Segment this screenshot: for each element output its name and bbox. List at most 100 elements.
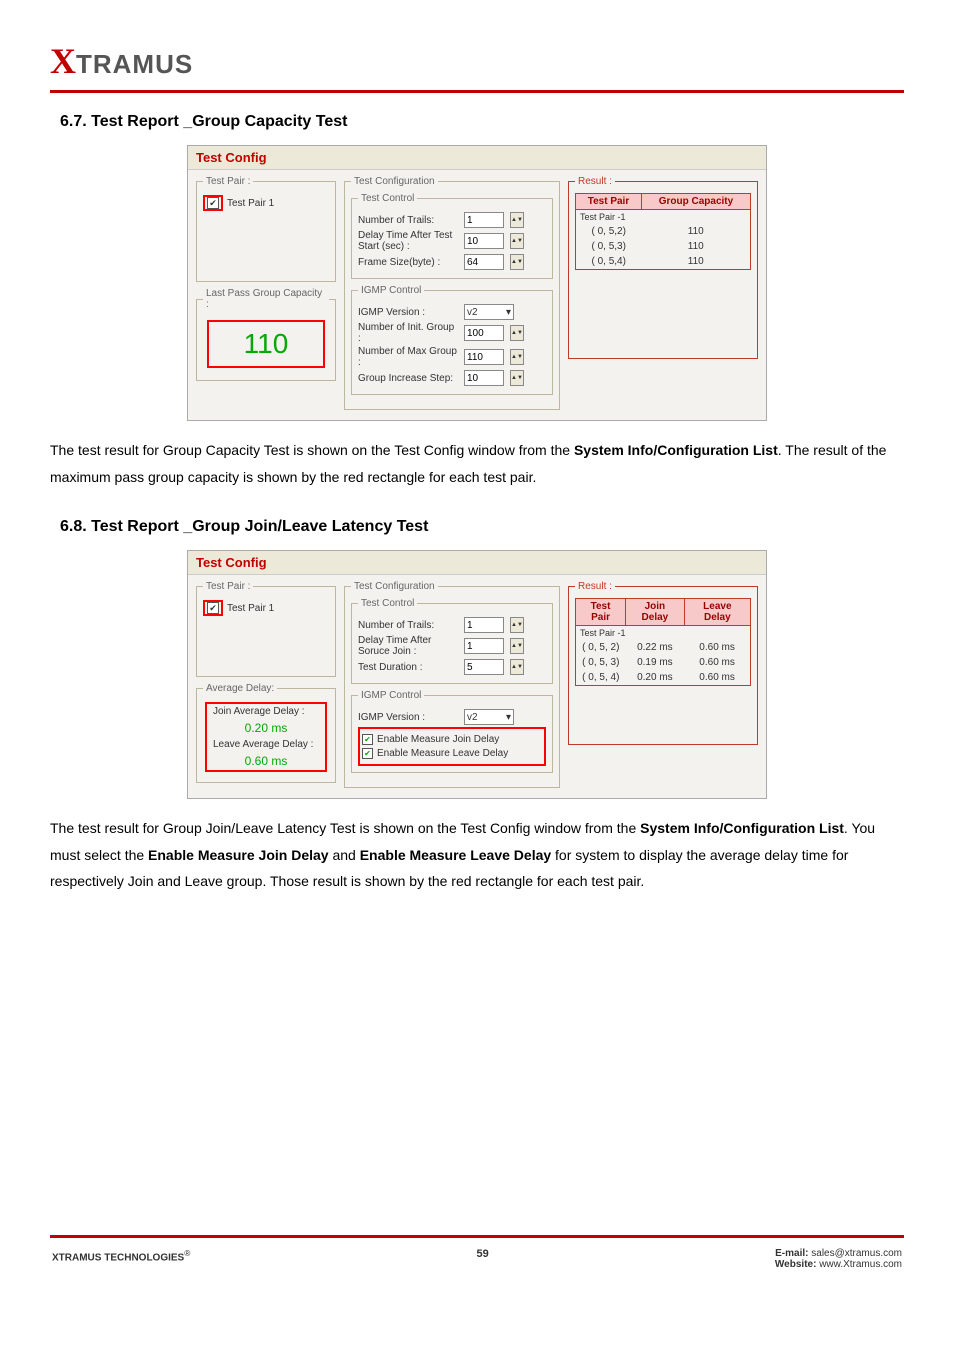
maxgroup-input[interactable] (464, 349, 504, 365)
test-pair-legend: Test Pair : (203, 176, 253, 187)
test-pair-group: Test Pair : ✔ Test Pair 1 (196, 176, 336, 282)
result-table2: Test Pair Join Delay Leave Delay Test Pa… (575, 598, 751, 686)
initgroup-label: Number of Init. Group : (358, 322, 458, 344)
result-row: ( 0, 5,3)110 (576, 239, 751, 254)
chevron-down-icon: ▾ (506, 307, 511, 318)
spinner-icon[interactable]: ▲▼ (510, 325, 524, 341)
spinner-icon[interactable]: ▲▼ (510, 212, 524, 228)
result-header-join: Join Delay (626, 599, 685, 626)
numtrails-input2[interactable] (464, 617, 504, 633)
numtrails-label: Number of Trails: (358, 215, 458, 226)
result-legend2: Result : (575, 581, 615, 592)
result-subheader2: Test Pair -1 (576, 626, 751, 641)
test-config-legend: Test Configuration (351, 176, 438, 187)
result-header-testpair2: Test Pair (576, 599, 626, 626)
delay-label2: Delay Time After Soruce Join : (358, 635, 458, 657)
igmp-legend2: IGMP Control (358, 690, 424, 701)
screenshot-join-leave-latency: Test Config Test Pair : ✔ Test Pair 1 (187, 550, 767, 799)
footer-rule (50, 1235, 904, 1238)
test-pair-legend2: Test Pair : (203, 581, 253, 592)
logo: XTRAMUS (50, 40, 904, 82)
test-config-legend2: Test Configuration (351, 581, 438, 592)
spinner-icon[interactable]: ▲▼ (510, 349, 524, 365)
delay-input[interactable] (464, 233, 504, 249)
average-delay-group: Average Delay: Join Average Delay : 0.20… (196, 683, 336, 783)
step-label: Group Increase Step: (358, 373, 458, 384)
result-header-leave: Leave Delay (684, 599, 750, 626)
testdur-label: Test Duration : (358, 662, 458, 673)
testdur-input[interactable] (464, 659, 504, 675)
initgroup-input[interactable] (464, 325, 504, 341)
enable-leave-label: Enable Measure Leave Delay (377, 748, 508, 759)
result-row: ( 0, 5,2)110 (576, 224, 751, 239)
heading-68: 6.8. Test Report _Group Join/Leave Laten… (60, 518, 904, 536)
result-legend: Result : (575, 176, 615, 187)
igmp-legend: IGMP Control (358, 285, 424, 296)
test-control-group2: Test Control Number of Trails: ▲▼ Delay … (351, 598, 553, 684)
enable-leave-checkbox[interactable]: ✔ (362, 748, 373, 759)
test-pair2-label: Test Pair 1 (227, 603, 274, 614)
framesize-input[interactable] (464, 254, 504, 270)
screenshot2-title: Test Config (188, 551, 766, 575)
step-input[interactable] (464, 370, 504, 386)
test-control-group: Test Control Number of Trails: ▲▼ Delay … (351, 193, 553, 279)
spinner-icon[interactable]: ▲▼ (510, 254, 524, 270)
result-row: ( 0, 5, 4)0.20 ms0.60 ms (576, 670, 751, 686)
chevron-down-icon: ▾ (506, 712, 511, 723)
screenshot1-title: Test Config (188, 146, 766, 170)
test-configuration-group2: Test Configuration Test Control Number o… (344, 581, 560, 788)
last-pass-legend: Last Pass Group Capacity : (203, 288, 329, 310)
screenshot-group-capacity: Test Config Test Pair : ✔ Test Pair 1 (187, 145, 767, 421)
enable-join-checkbox[interactable]: ✔ (362, 734, 373, 745)
result-subheader: Test Pair -1 (576, 210, 751, 225)
framesize-label: Frame Size(byte) : (358, 257, 458, 268)
spinner-icon[interactable]: ▲▼ (510, 370, 524, 386)
last-pass-value: 110 (211, 322, 321, 366)
test-pair2-checkbox-highlight: ✔ (203, 600, 223, 616)
result-row: ( 0, 5, 3)0.19 ms0.60 ms (576, 655, 751, 670)
test-pair-checkbox-highlight: ✔ (203, 195, 223, 211)
spinner-icon[interactable]: ▲▼ (510, 233, 524, 249)
test-pair2-checkbox[interactable]: ✔ (207, 602, 219, 614)
numtrails-input[interactable] (464, 212, 504, 228)
igmp-version-label2: IGMP Version : (358, 712, 458, 723)
heading-67: 6.7. Test Report _Group Capacity Test (60, 113, 904, 131)
result-header-testpair: Test Pair (576, 194, 642, 210)
spinner-icon[interactable]: ▲▼ (510, 617, 524, 633)
enable-join-label: Enable Measure Join Delay (377, 734, 499, 745)
igmp-control-group: IGMP Control IGMP Version : v2▾ Number o… (351, 285, 553, 395)
test-control-legend2: Test Control (358, 598, 417, 609)
result-header-capacity: Group Capacity (641, 194, 750, 210)
test-pair1-label: Test Pair 1 (227, 198, 274, 209)
test-configuration-group: Test Configuration Test Control Number o… (344, 176, 560, 410)
last-pass-group: Last Pass Group Capacity : 110 (196, 288, 336, 381)
test-pair-group2: Test Pair : ✔ Test Pair 1 (196, 581, 336, 677)
igmp-version-label: IGMP Version : (358, 307, 458, 318)
result-row: ( 0, 5, 2)0.22 ms0.60 ms (576, 640, 751, 655)
numtrails-label2: Number of Trails: (358, 620, 458, 631)
footer-right: E-mail: sales@xtramus.com Website: www.X… (775, 1248, 902, 1270)
body-67: The test result for Group Capacity Test … (50, 437, 904, 490)
page-number: 59 (190, 1248, 775, 1260)
test-pair1-checkbox[interactable]: ✔ (207, 197, 219, 209)
maxgroup-label: Number of Max Group : (358, 346, 458, 368)
igmp-control-group2: IGMP Control IGMP Version : v2▾ ✔ Enable… (351, 690, 553, 773)
join-avg-value: 0.20 ms (209, 719, 323, 737)
join-avg-label: Join Average Delay : (209, 704, 323, 719)
logo-rest: TRAMUS (76, 49, 193, 80)
top-rule (50, 90, 904, 93)
result-row: ( 0, 5,4)110 (576, 254, 751, 270)
avg-delay-legend: Average Delay: (203, 683, 277, 694)
igmp-version-select2[interactable]: v2▾ (464, 709, 514, 725)
spinner-icon[interactable]: ▲▼ (510, 659, 524, 675)
result-group: Result : Test Pair Group Capacity Test P… (568, 176, 758, 359)
body-68: The test result for Group Join/Leave Lat… (50, 815, 904, 895)
delay-input2[interactable] (464, 638, 504, 654)
spinner-icon[interactable]: ▲▼ (510, 638, 524, 654)
test-control-legend: Test Control (358, 193, 417, 204)
result-group2: Result : Test Pair Join Delay Leave Dela… (568, 581, 758, 745)
leave-avg-label: Leave Average Delay : (209, 737, 323, 752)
footer: XTRAMUS TECHNOLOGIES® 59 E-mail: sales@x… (50, 1248, 904, 1270)
delay-label: Delay Time After Test Start (sec) : (358, 230, 458, 252)
igmp-version-select[interactable]: v2▾ (464, 304, 514, 320)
